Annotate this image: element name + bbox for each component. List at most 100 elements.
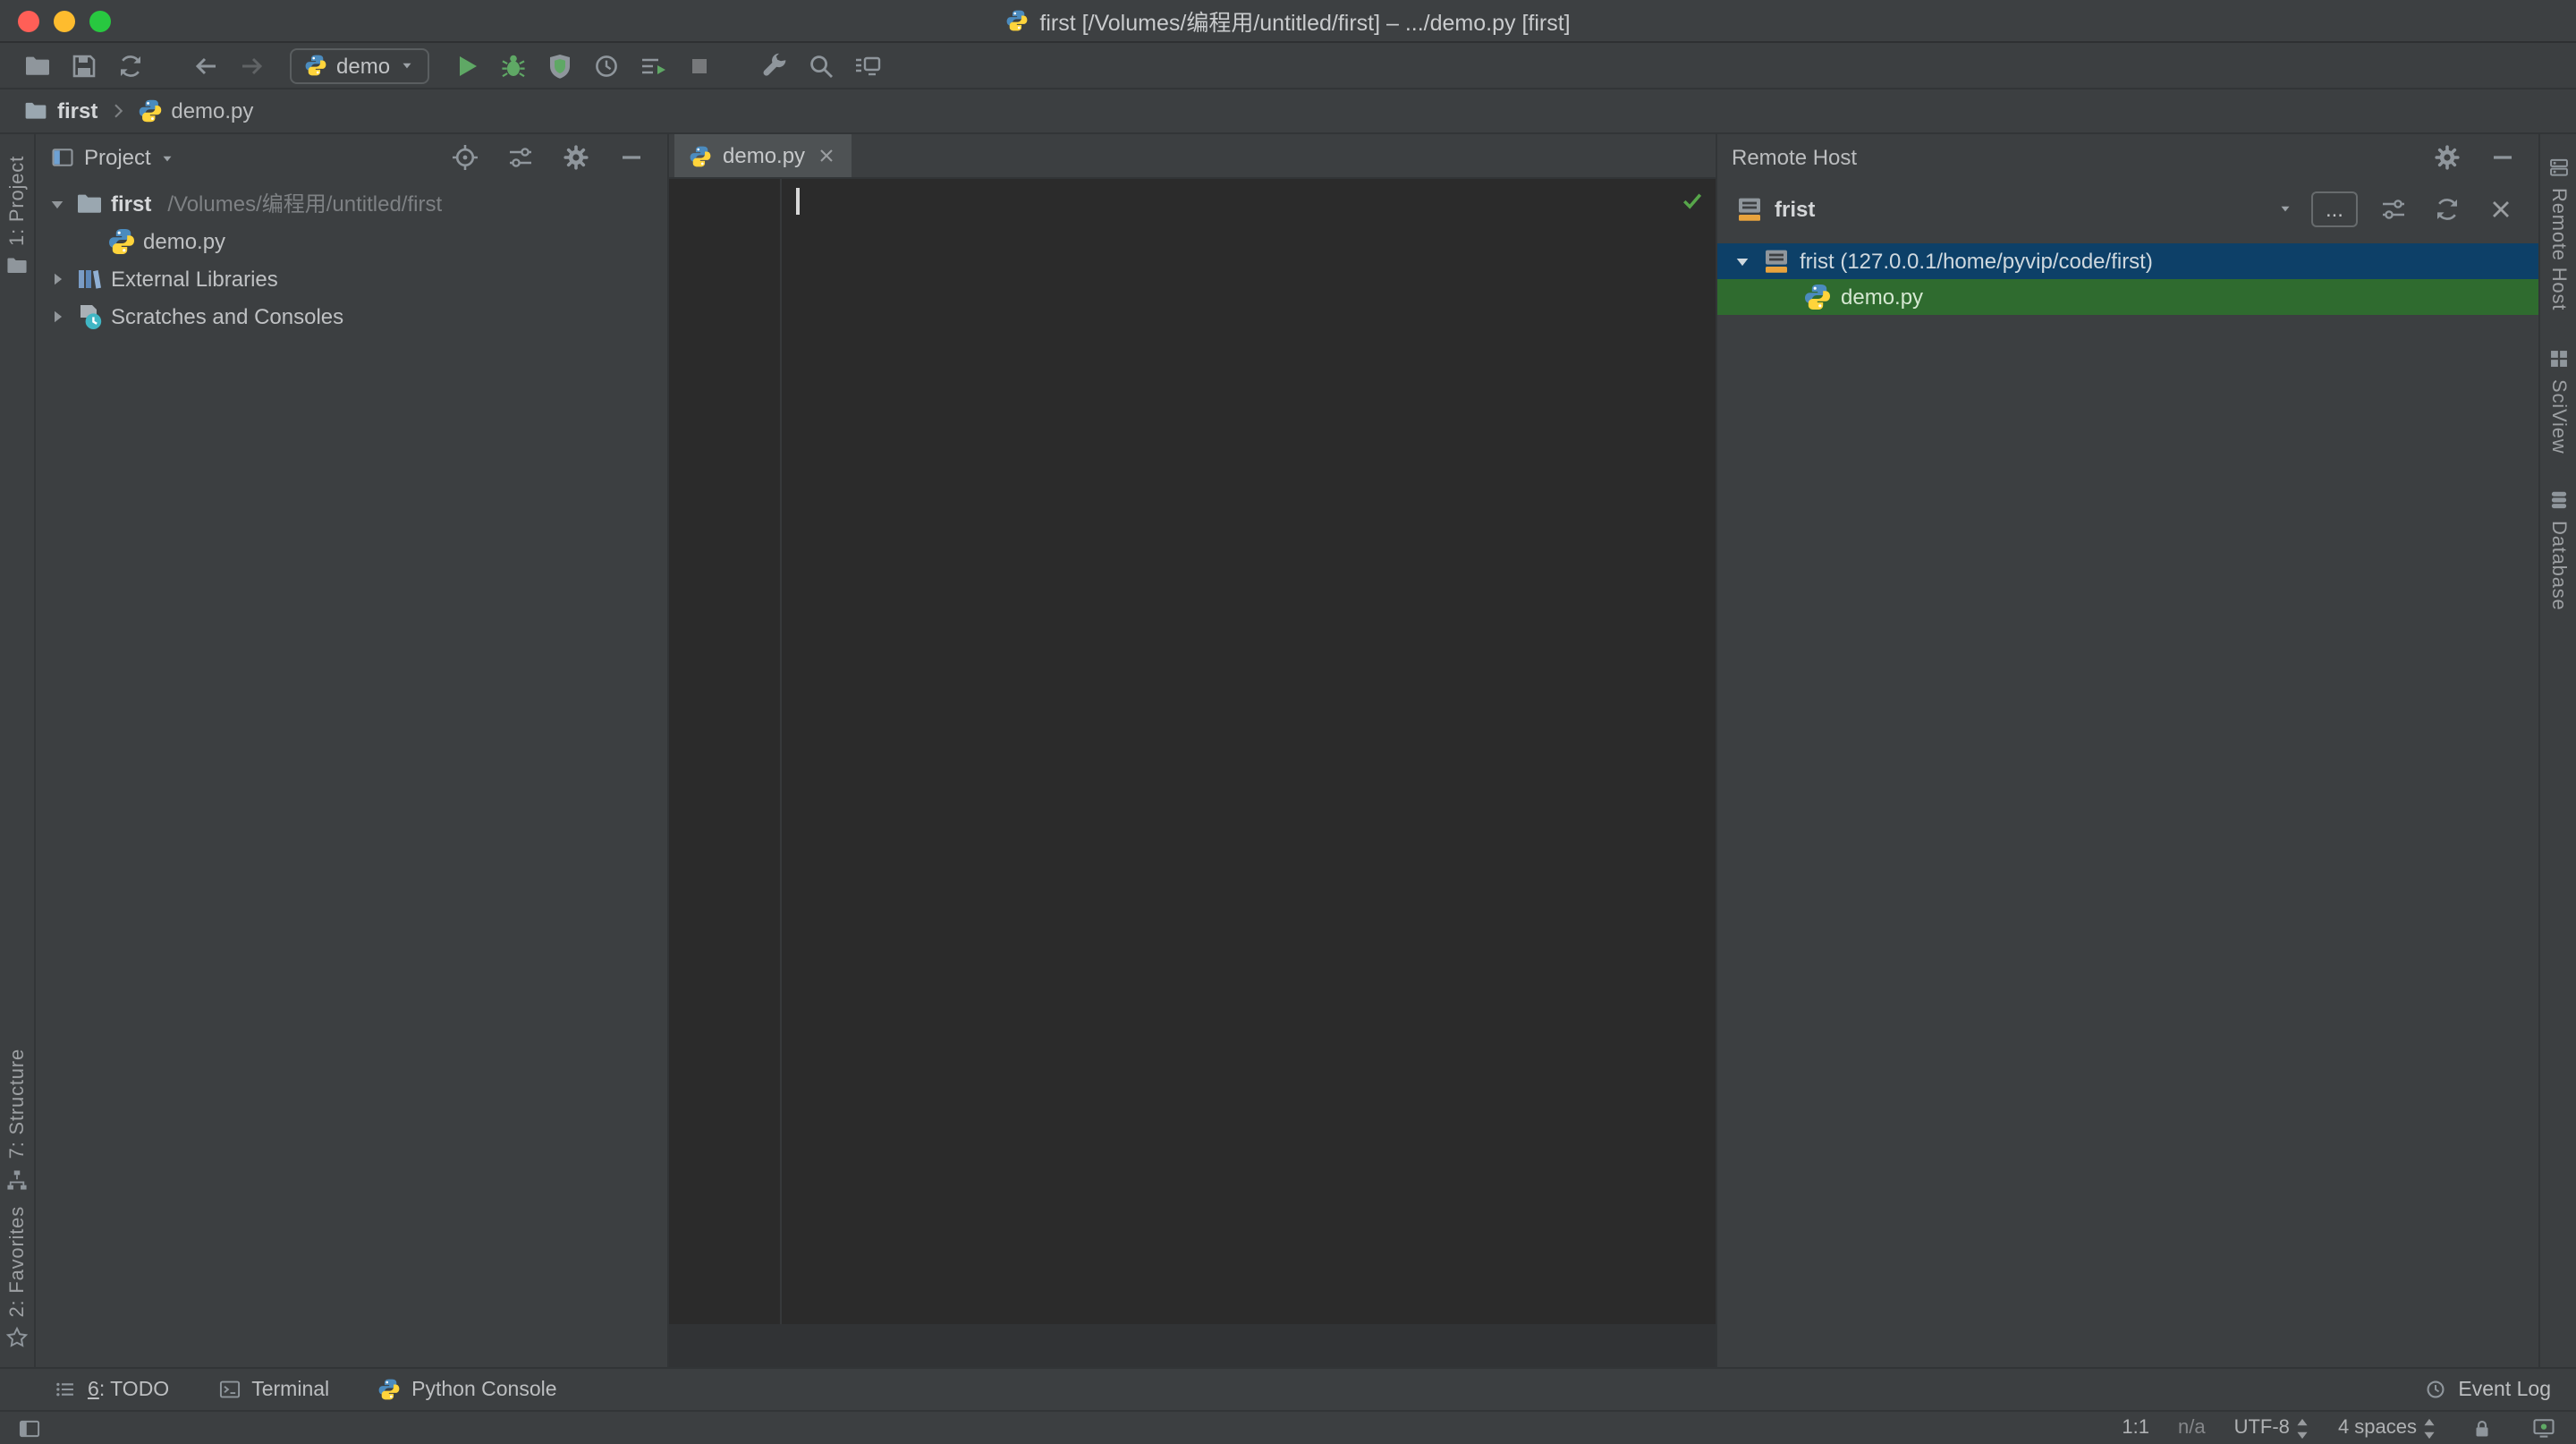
browse-servers-button[interactable]: ...	[2311, 191, 2358, 226]
project-folder-icon	[5, 255, 29, 278]
remote-tree-row-demo-file[interactable]: demo.py	[1717, 279, 2538, 315]
search-icon	[807, 51, 835, 80]
crosshair-icon	[451, 143, 479, 172]
settings-wrench-button[interactable]	[753, 46, 796, 85]
remote-host-toolbar: frist ...	[1717, 181, 2538, 236]
gear-icon	[562, 143, 590, 172]
panel-settings-button[interactable]	[560, 138, 592, 177]
project-view-selector[interactable]: Project	[50, 145, 176, 170]
remote-tree-row-root[interactable]: frist (127.0.0.1/home/pyvip/code/first)	[1717, 243, 2538, 279]
save-all-button[interactable]	[63, 46, 106, 85]
terminal-tool-button[interactable]: Terminal	[217, 1378, 329, 1401]
close-icon	[2487, 194, 2515, 223]
python-file-icon	[137, 98, 162, 123]
hide-remote-panel-button[interactable]	[2487, 138, 2519, 177]
save-icon	[70, 51, 98, 80]
project-tree: first /Volumes/编程用/untitled/first demo.p…	[36, 181, 667, 335]
indent-widget[interactable]: 4 spaces	[2338, 1416, 2436, 1440]
remote-run-button[interactable]	[846, 46, 889, 85]
tool-window-toggle-icon	[17, 1416, 40, 1440]
highlight-level-widget[interactable]: n/a	[2178, 1417, 2206, 1439]
breadcrumb-project[interactable]: first	[23, 98, 97, 123]
remote-host-title: Remote Host	[1732, 145, 1858, 170]
terminal-icon	[217, 1378, 241, 1401]
chevron-expanded-icon	[47, 192, 68, 214]
bottom-tool-bar: 6: TODO Terminal Python Console Event Lo…	[0, 1367, 2576, 1410]
remote-indicator-button[interactable]	[2528, 1414, 2560, 1442]
updown-arrows-icon	[2422, 1416, 2436, 1440]
synchronize-button[interactable]	[109, 46, 152, 85]
minimize-window-button[interactable]	[54, 10, 75, 31]
forward-arrow-icon	[238, 51, 267, 80]
editor[interactable]	[669, 179, 1716, 1324]
python-icon	[304, 54, 327, 77]
editor-tab-demo[interactable]: demo.py	[674, 134, 852, 177]
minimize-icon	[2488, 143, 2517, 172]
close-window-button[interactable]	[18, 10, 39, 31]
editor-gutter[interactable]	[669, 179, 782, 1324]
encoding-widget[interactable]: UTF-8	[2234, 1416, 2309, 1440]
tool-window-toggle-button[interactable]	[11, 1414, 47, 1442]
run-configuration-select[interactable]: demo	[290, 47, 430, 83]
profiler-button[interactable]	[585, 46, 628, 85]
remote-host-tree: frist (127.0.0.1/home/pyvip/code/first) …	[1717, 243, 2538, 315]
remote-settings-button[interactable]	[2431, 138, 2463, 177]
back-button[interactable]	[184, 46, 227, 85]
chevron-down-icon	[2277, 200, 2293, 217]
tree-row-demo-file[interactable]: demo.py	[36, 222, 667, 259]
breadcrumb-file[interactable]: demo.py	[137, 98, 253, 123]
main-toolbar: demo	[0, 43, 2576, 89]
stripe-remote-host-button[interactable]: Remote Host	[2546, 149, 2570, 318]
remote-refresh-button[interactable]	[2431, 189, 2463, 228]
lock-icon	[2470, 1416, 2493, 1440]
run-button[interactable]	[445, 46, 488, 85]
event-log-button[interactable]: Event Log	[2424, 1378, 2551, 1401]
stripe-database-button[interactable]: Database	[2546, 482, 2570, 619]
stripe-sciview-button[interactable]: SciView	[2546, 339, 2570, 460]
chevron-down-icon	[160, 149, 176, 166]
view-options-button[interactable]	[504, 138, 537, 177]
forward-button[interactable]	[231, 46, 274, 85]
close-tab-icon[interactable]	[816, 145, 837, 166]
tree-row-scratches[interactable]: Scratches and Consoles	[36, 297, 667, 335]
remote-close-button[interactable]	[2485, 189, 2517, 228]
stop-square-icon	[685, 51, 714, 80]
pycharm-window: first [/Volumes/编程用/untitled/first] – ..…	[0, 0, 2576, 1444]
sync-icon	[116, 51, 145, 80]
todo-tool-button[interactable]: 6: TODO	[54, 1378, 169, 1401]
python-console-tool-button[interactable]: Python Console	[377, 1378, 557, 1401]
search-everywhere-button[interactable]	[800, 46, 843, 85]
run-configuration-label: demo	[336, 53, 391, 78]
libraries-icon	[75, 264, 104, 293]
chevron-collapsed-icon	[47, 268, 68, 289]
zoom-window-button[interactable]	[89, 10, 111, 31]
tree-row-project-root[interactable]: first /Volumes/编程用/untitled/first	[36, 184, 667, 222]
locate-file-button[interactable]	[449, 138, 481, 177]
inspections-ok-icon[interactable]	[1680, 188, 1705, 213]
run-with-coverage-button[interactable]	[538, 46, 581, 85]
structure-icon	[5, 1168, 29, 1191]
write-lock-button[interactable]	[2467, 1414, 2496, 1442]
sciview-grid-icon	[2546, 346, 2570, 369]
window-proxy-icon	[1005, 9, 1029, 32]
gear-icon	[2433, 143, 2462, 172]
chevron-right-icon	[106, 100, 128, 122]
hide-panel-button[interactable]	[615, 138, 648, 177]
server-select[interactable]: frist	[1735, 194, 2293, 223]
editor-tab-bar: demo.py	[669, 134, 1716, 179]
stripe-favorites-button[interactable]: 2: Favorites	[5, 1198, 29, 1356]
titlebar: first [/Volumes/编程用/untitled/first] – ..…	[0, 0, 2576, 43]
editor-caret	[796, 188, 799, 215]
caret-position-widget[interactable]: 1:1	[2122, 1417, 2149, 1439]
debug-button[interactable]	[492, 46, 535, 85]
stripe-project-button[interactable]: 1: Project	[5, 149, 29, 285]
left-tool-stripe: 1: Project 7: Structure 2: Favorites	[0, 134, 36, 1367]
open-folder-icon	[23, 51, 52, 80]
open-button[interactable]	[16, 46, 59, 85]
concurrency-diagram-button[interactable]	[631, 46, 674, 85]
remote-filter-button[interactable]	[2377, 189, 2410, 228]
folder-icon	[23, 98, 48, 123]
stop-button[interactable]	[678, 46, 721, 85]
tree-row-external-libraries[interactable]: External Libraries	[36, 259, 667, 297]
stripe-structure-button[interactable]: 7: Structure	[5, 1041, 29, 1198]
